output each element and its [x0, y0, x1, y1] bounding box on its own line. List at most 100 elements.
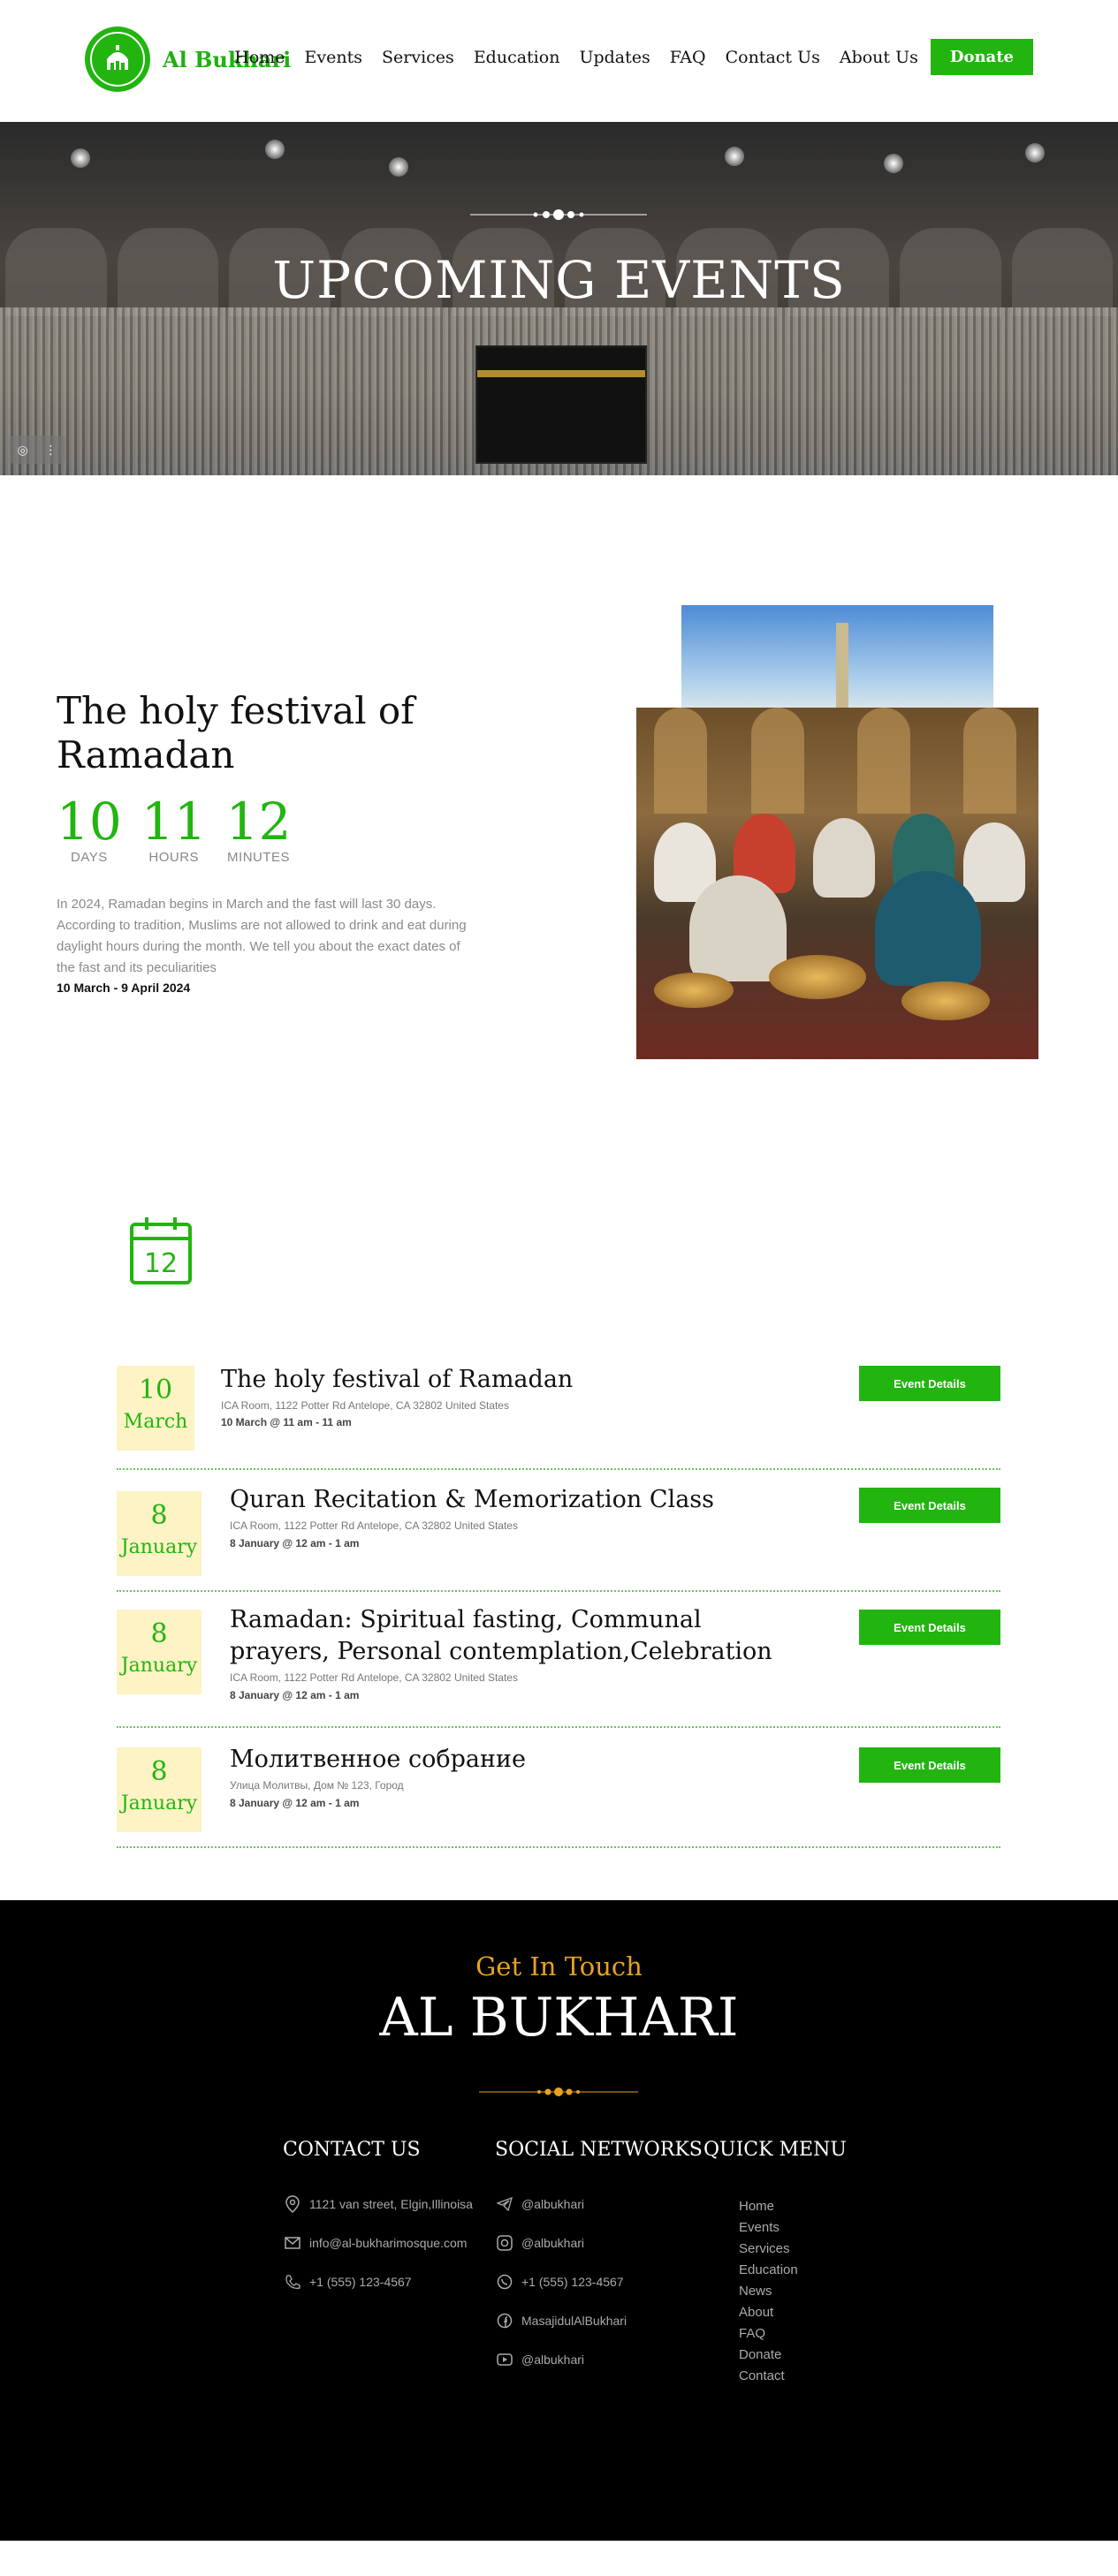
hero-light [884, 154, 903, 173]
countdown-value: 11 [141, 792, 207, 852]
footer-menu-services[interactable]: Services [739, 2241, 790, 2256]
contact-phone[interactable]: +1 (555) 123-4567 [283, 2272, 412, 2292]
countdown-label: HOURS [148, 850, 200, 865]
countdown-hours: 11 HOURS [141, 793, 207, 865]
site-header: Al Bukhari Home Events Services Educatio… [0, 0, 1118, 122]
countdown-minutes: 12 MINUTES [226, 793, 292, 865]
countdown: 10 DAYS 11 HOURS 12 MINUTES [57, 793, 310, 865]
footer-title: AL BUKHARI [379, 1987, 739, 2049]
youtube-icon [495, 2350, 514, 2369]
nav-about-us[interactable]: About Us [840, 48, 918, 67]
footer-menu-faq[interactable]: FAQ [739, 2326, 765, 2341]
event-day: 8 [150, 1500, 168, 1531]
donate-button[interactable]: Donate [930, 39, 1033, 75]
location-pin-icon [283, 2194, 302, 2214]
footer-menu-education[interactable]: Education [739, 2262, 798, 2277]
event-item: 8 January Quran Recitation & Memorizatio… [117, 1470, 1000, 1592]
social-youtube[interactable]: @albukhari [495, 2350, 584, 2369]
hero-light [1025, 143, 1045, 163]
footer-menu-news[interactable]: News [739, 2284, 772, 2299]
more-options-icon[interactable]: ⋮ [45, 443, 57, 458]
countdown-days: 10 DAYS [57, 793, 122, 865]
nav-updates[interactable]: Updates [579, 48, 650, 67]
event-month: January [120, 1792, 198, 1815]
event-date-box: 8 January [117, 1491, 202, 1576]
countdown-label: MINUTES [227, 850, 291, 865]
event-month: January [120, 1655, 198, 1677]
calendar-icon-number: 12 [144, 1248, 178, 1279]
hero-light [725, 147, 744, 166]
nav-home[interactable]: Home [234, 48, 285, 67]
countdown-label: DAYS [71, 850, 108, 865]
image-toolbar[interactable]: ◎ ⋮ [9, 436, 65, 464]
ornament-divider-icon [479, 2087, 638, 2096]
nav-education[interactable]: Education [474, 48, 560, 67]
site-footer: Get In Touch AL BUKHARI CONTACT US SOCIA… [0, 1900, 1118, 2541]
event-title[interactable]: Quran Recitation & Memorization Class [230, 1484, 804, 1516]
nav-events[interactable]: Events [305, 48, 362, 67]
event-day: 8 [150, 1618, 168, 1649]
countdown-value: 10 [57, 792, 122, 852]
ramadan-feast-image [636, 708, 1038, 1059]
event-time: 8 January @ 12 am - 1 am [230, 1689, 360, 1701]
footer-menu-about[interactable]: About [739, 2305, 773, 2320]
featured-event-title: The holy festival of Ramadan [57, 689, 414, 777]
quick-menu-heading: QUICK MENU [704, 2139, 847, 2161]
event-details-button[interactable]: Event Details [859, 1366, 1000, 1401]
social-text: @albukhari [521, 2197, 585, 2211]
contact-email[interactable]: info@al-bukharimosque.com [283, 2233, 467, 2253]
event-date-box: 10 March [117, 1366, 194, 1451]
mosque-minaret-image [681, 605, 993, 708]
footer-menu-contact[interactable]: Contact [739, 2368, 785, 2383]
mail-icon [283, 2233, 302, 2253]
event-month: March [123, 1411, 188, 1433]
footer-subtitle: Get In Touch [475, 1951, 643, 1981]
hero-title: UPCOMING EVENTS [272, 250, 846, 310]
featured-event: The holy festival of Ramadan 10 DAYS 11 … [0, 475, 1118, 1210]
nav-faq[interactable]: FAQ [670, 48, 706, 67]
footer-menu-home[interactable]: Home [739, 2199, 774, 2214]
hero-light [389, 157, 408, 177]
social-facebook[interactable]: MasajidulAlBukhari [495, 2311, 627, 2330]
featured-event-date: 10 March - 9 April 2024 [57, 981, 191, 995]
contact-text: +1 (555) 123-4567 [309, 2275, 412, 2289]
event-details-button[interactable]: Event Details [859, 1610, 1000, 1645]
social-text: @albukhari [521, 2352, 585, 2367]
event-details-button[interactable]: Event Details [859, 1488, 1000, 1523]
social-whatsapp[interactable]: +1 (555) 123-4567 [495, 2272, 624, 2292]
event-location: Улица Молитвы, Дом № 123, Город [230, 1779, 404, 1792]
nav-contact-us[interactable]: Contact Us [726, 48, 820, 67]
event-title[interactable]: Ramadan: Spiritual fasting, Communal pra… [230, 1604, 804, 1668]
phone-icon [283, 2272, 302, 2292]
social-telegram[interactable]: @albukhari [495, 2194, 584, 2214]
contact-address: 1121 van street, Elgin,Illinoisa [283, 2194, 473, 2214]
contact-heading: CONTACT US [283, 2139, 421, 2161]
event-details-button[interactable]: Event Details [859, 1747, 1000, 1783]
event-list: 10 March The holy festival of Ramadan IC… [117, 1366, 1000, 1848]
social-heading: SOCIAL NETWORKS [495, 2139, 703, 2161]
kaaba-image [477, 347, 645, 462]
featured-event-description: In 2024, Ramadan begins in March and the… [57, 897, 467, 975]
footer-menu-donate[interactable]: Donate [739, 2347, 781, 2362]
nav-services[interactable]: Services [382, 48, 454, 67]
event-month: January [120, 1536, 198, 1558]
ornament-divider-icon [470, 209, 647, 220]
main-nav: Home Events Services Education Updates F… [215, 39, 1033, 75]
event-location: ICA Room, 1122 Potter Rd Antelope, CA 32… [230, 1671, 518, 1684]
event-item: 10 March The holy festival of Ramadan IC… [117, 1366, 1000, 1470]
social-instagram[interactable]: @albukhari [495, 2233, 584, 2253]
event-title[interactable]: Молитвенное собрание [230, 1744, 804, 1776]
telegram-icon [495, 2194, 514, 2214]
instagram-icon [495, 2233, 514, 2253]
social-text: +1 (555) 123-4567 [521, 2275, 624, 2289]
event-location: ICA Room, 1122 Potter Rd Antelope, CA 32… [230, 1519, 518, 1532]
event-day: 10 [138, 1375, 173, 1405]
event-time: 10 March @ 11 am - 11 am [221, 1416, 352, 1428]
event-location: ICA Room, 1122 Potter Rd Antelope, CA 32… [221, 1399, 509, 1412]
mosque-logo-icon [85, 27, 150, 92]
event-item: 8 January Ramadan: Spiritual fasting, Co… [117, 1592, 1000, 1728]
camera-icon[interactable]: ◎ [17, 443, 27, 458]
footer-menu-events[interactable]: Events [739, 2220, 780, 2235]
event-title[interactable]: The holy festival of Ramadan [221, 1364, 795, 1396]
countdown-value: 12 [225, 792, 292, 852]
